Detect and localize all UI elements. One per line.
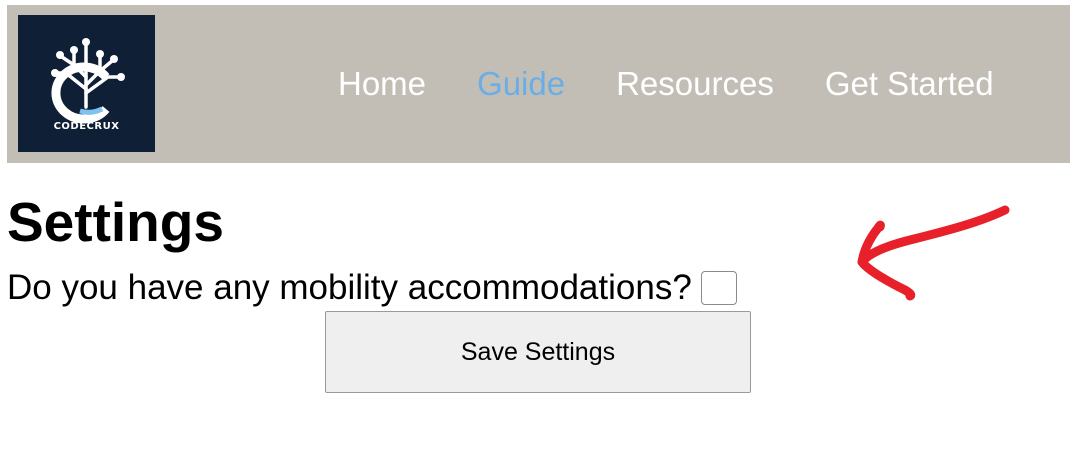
main-nav: Home Guide Resources Get Started bbox=[338, 65, 994, 103]
page-title: Settings bbox=[7, 191, 224, 253]
red-arrow-icon bbox=[857, 205, 1010, 301]
page: CODECRUX Home Guide Resources Get Starte… bbox=[0, 0, 1074, 469]
save-settings-button[interactable]: Save Settings bbox=[325, 311, 751, 393]
nav-resources[interactable]: Resources bbox=[616, 65, 774, 103]
nav-home[interactable]: Home bbox=[338, 65, 426, 103]
mobility-question-label: Do you have any mobility accommodations? bbox=[7, 268, 692, 307]
mobility-question-row: Do you have any mobility accommodations? bbox=[7, 264, 737, 312]
site-header: CODECRUX Home Guide Resources Get Starte… bbox=[7, 5, 1070, 163]
mobility-accommodations-checkbox[interactable] bbox=[700, 271, 737, 305]
nav-guide[interactable]: Guide bbox=[477, 65, 565, 103]
logo[interactable]: CODECRUX bbox=[18, 15, 155, 152]
logo-text: CODECRUX bbox=[53, 121, 120, 132]
nav-get-started[interactable]: Get Started bbox=[825, 65, 994, 103]
